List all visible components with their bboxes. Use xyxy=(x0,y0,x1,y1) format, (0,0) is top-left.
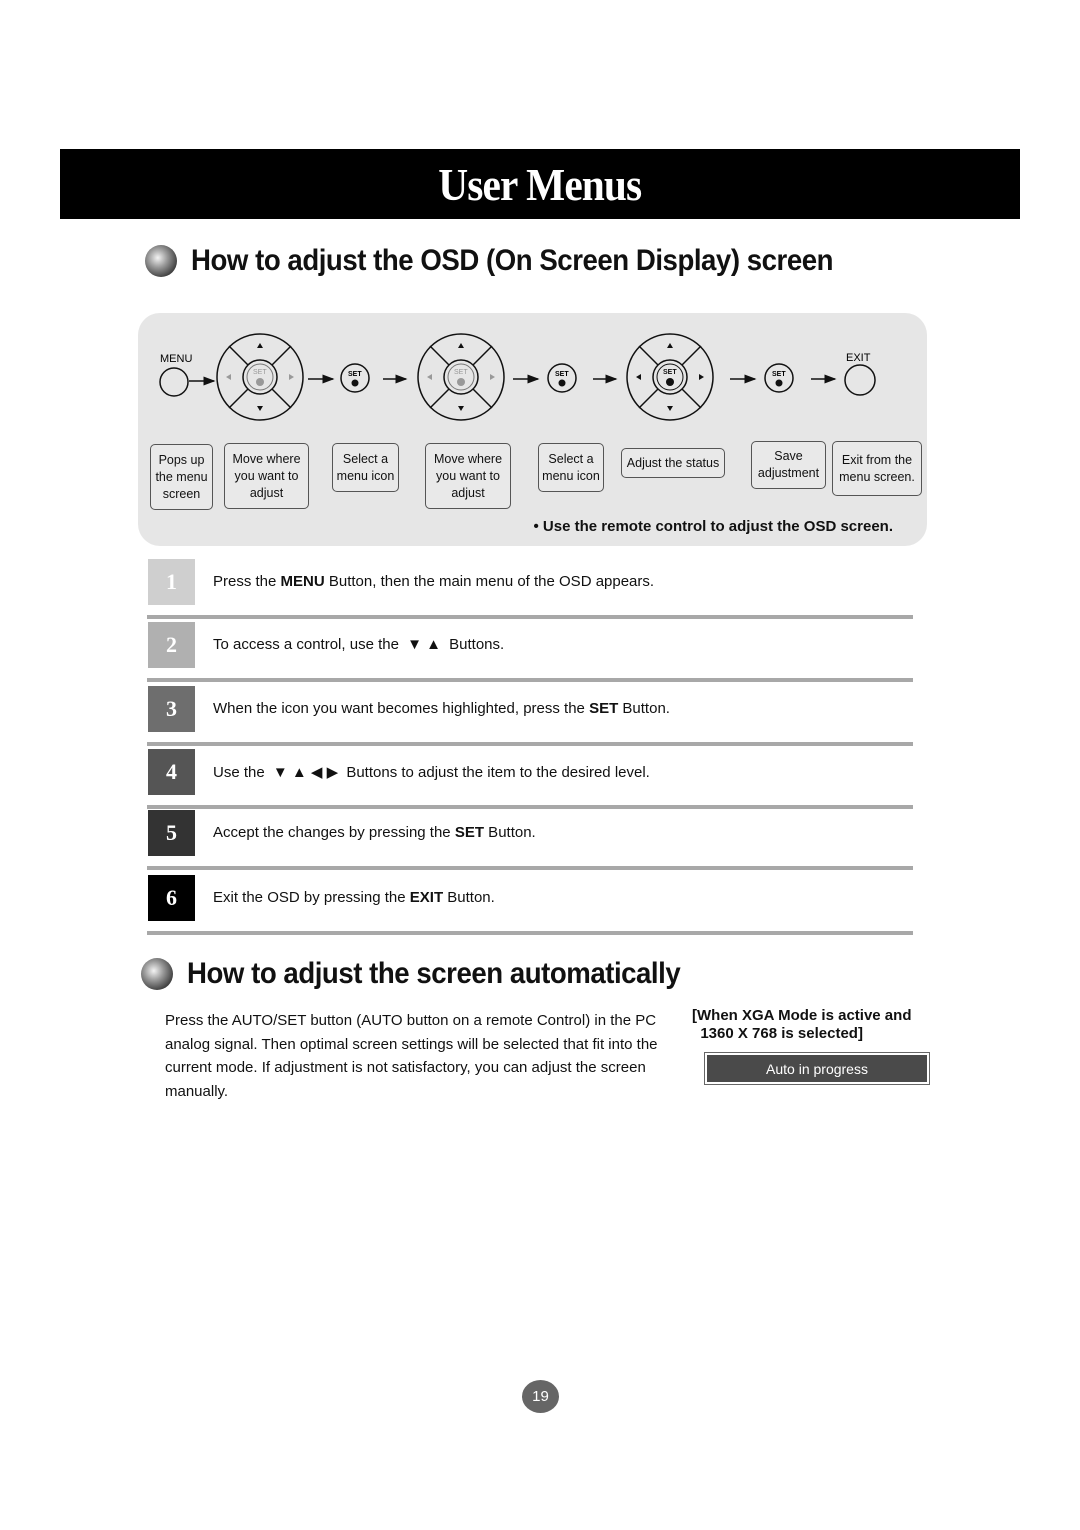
menu-button-icon xyxy=(159,367,189,397)
remote-sequence-diagram: MENU SET SET SET SET SET SET EXIT xyxy=(159,333,876,421)
arrow-buttons-icon: ▼ ▲ ◀ ▶ xyxy=(272,764,339,781)
caption-box: Move where you want to adjust xyxy=(425,443,511,509)
auto-progress-box: Auto in progress xyxy=(704,1052,930,1085)
svg-text:SET: SET xyxy=(348,371,362,378)
step-text: When the icon you want becomes highlight… xyxy=(213,700,670,717)
set-button-icon: SET xyxy=(547,363,577,393)
exit-label: EXIT xyxy=(846,352,871,364)
page-number: 19 xyxy=(522,1380,559,1413)
page-title-bar: User Menus xyxy=(60,149,1020,219)
navigation-pad-icon: SET xyxy=(216,333,304,421)
xga-note: [When XGA Mode is active and 1360 X 768 … xyxy=(692,1007,912,1042)
step-row: 2 To access a control, use the ▼ ▲ Butto… xyxy=(147,620,913,682)
navigation-pad-icon: SET xyxy=(626,333,714,421)
svg-text:SET: SET xyxy=(253,369,267,376)
step-row: 3 When the icon you want becomes highlig… xyxy=(147,684,913,746)
caption-box: Select a menu icon xyxy=(538,443,604,492)
svg-text:SET: SET xyxy=(663,369,677,376)
step-row: 6 Exit the OSD by pressing the EXIT Butt… xyxy=(147,873,913,935)
osd-diagram-panel: MENU SET SET SET SET SET SET EXIT Pops u… xyxy=(138,313,927,546)
section-title: How to adjust the screen automatically xyxy=(187,957,681,990)
step-text: Press the MENU Button, then the main men… xyxy=(213,573,655,590)
caption-box: Adjust the status xyxy=(621,448,725,478)
set-button-icon: SET xyxy=(340,363,370,393)
step-text: Use the ▼ ▲ ◀ ▶ Buttons to adjust the it… xyxy=(213,764,650,781)
section-heading-auto: How to adjust the screen automatically xyxy=(141,957,723,991)
caption-box: Move where you want to adjust xyxy=(224,443,309,509)
arrow-buttons-icon: ▼ ▲ xyxy=(407,636,441,653)
set-button-icon: SET xyxy=(764,363,794,393)
step-row: 1 Press the MENU Button, then the main m… xyxy=(147,557,913,619)
step-number: 6 xyxy=(148,875,195,921)
auto-adjust-description: Press the AUTO/SET button (AUTO button o… xyxy=(165,1012,658,1100)
svg-text:SET: SET xyxy=(772,371,786,378)
divider xyxy=(147,866,913,870)
divider xyxy=(147,742,913,746)
caption-box: Select a menu icon xyxy=(332,443,399,492)
caption-box: Save adjustment xyxy=(751,441,826,489)
section-title: How to adjust the OSD (On Screen Display… xyxy=(191,244,834,277)
step-row: 5 Accept the changes by pressing the SET… xyxy=(147,808,913,870)
step-row: 4 Use the ▼ ▲ ◀ ▶ Buttons to adjust the … xyxy=(147,747,913,809)
bullet-ball-icon xyxy=(141,958,173,990)
divider xyxy=(147,678,913,682)
navigation-pad-icon: SET xyxy=(417,333,505,421)
step-text: Exit the OSD by pressing the EXIT Button… xyxy=(213,889,495,906)
bullet-ball-icon xyxy=(145,245,177,277)
step-number: 1 xyxy=(148,559,195,605)
divider xyxy=(147,931,913,935)
step-number: 3 xyxy=(148,686,195,732)
step-number: 2 xyxy=(148,622,195,668)
section-heading-osd: How to adjust the OSD (On Screen Display… xyxy=(145,244,889,278)
exit-button-icon xyxy=(844,364,876,396)
diagram-note: • Use the remote control to adjust the O… xyxy=(533,518,894,535)
step-text: Accept the changes by pressing the SET B… xyxy=(213,824,536,841)
step-text: To access a control, use the ▼ ▲ Buttons… xyxy=(213,636,505,653)
svg-text:SET: SET xyxy=(555,371,569,378)
caption-box: Pops up the menu screen xyxy=(150,444,213,510)
divider xyxy=(147,615,913,619)
menu-label: MENU xyxy=(160,353,192,365)
page-title: User Menus xyxy=(438,158,643,210)
svg-text:SET: SET xyxy=(454,369,468,376)
step-number: 5 xyxy=(148,810,195,856)
caption-box: Exit from the menu screen. xyxy=(832,441,922,496)
step-number: 4 xyxy=(148,749,195,795)
auto-progress-label: Auto in progress xyxy=(707,1055,927,1082)
